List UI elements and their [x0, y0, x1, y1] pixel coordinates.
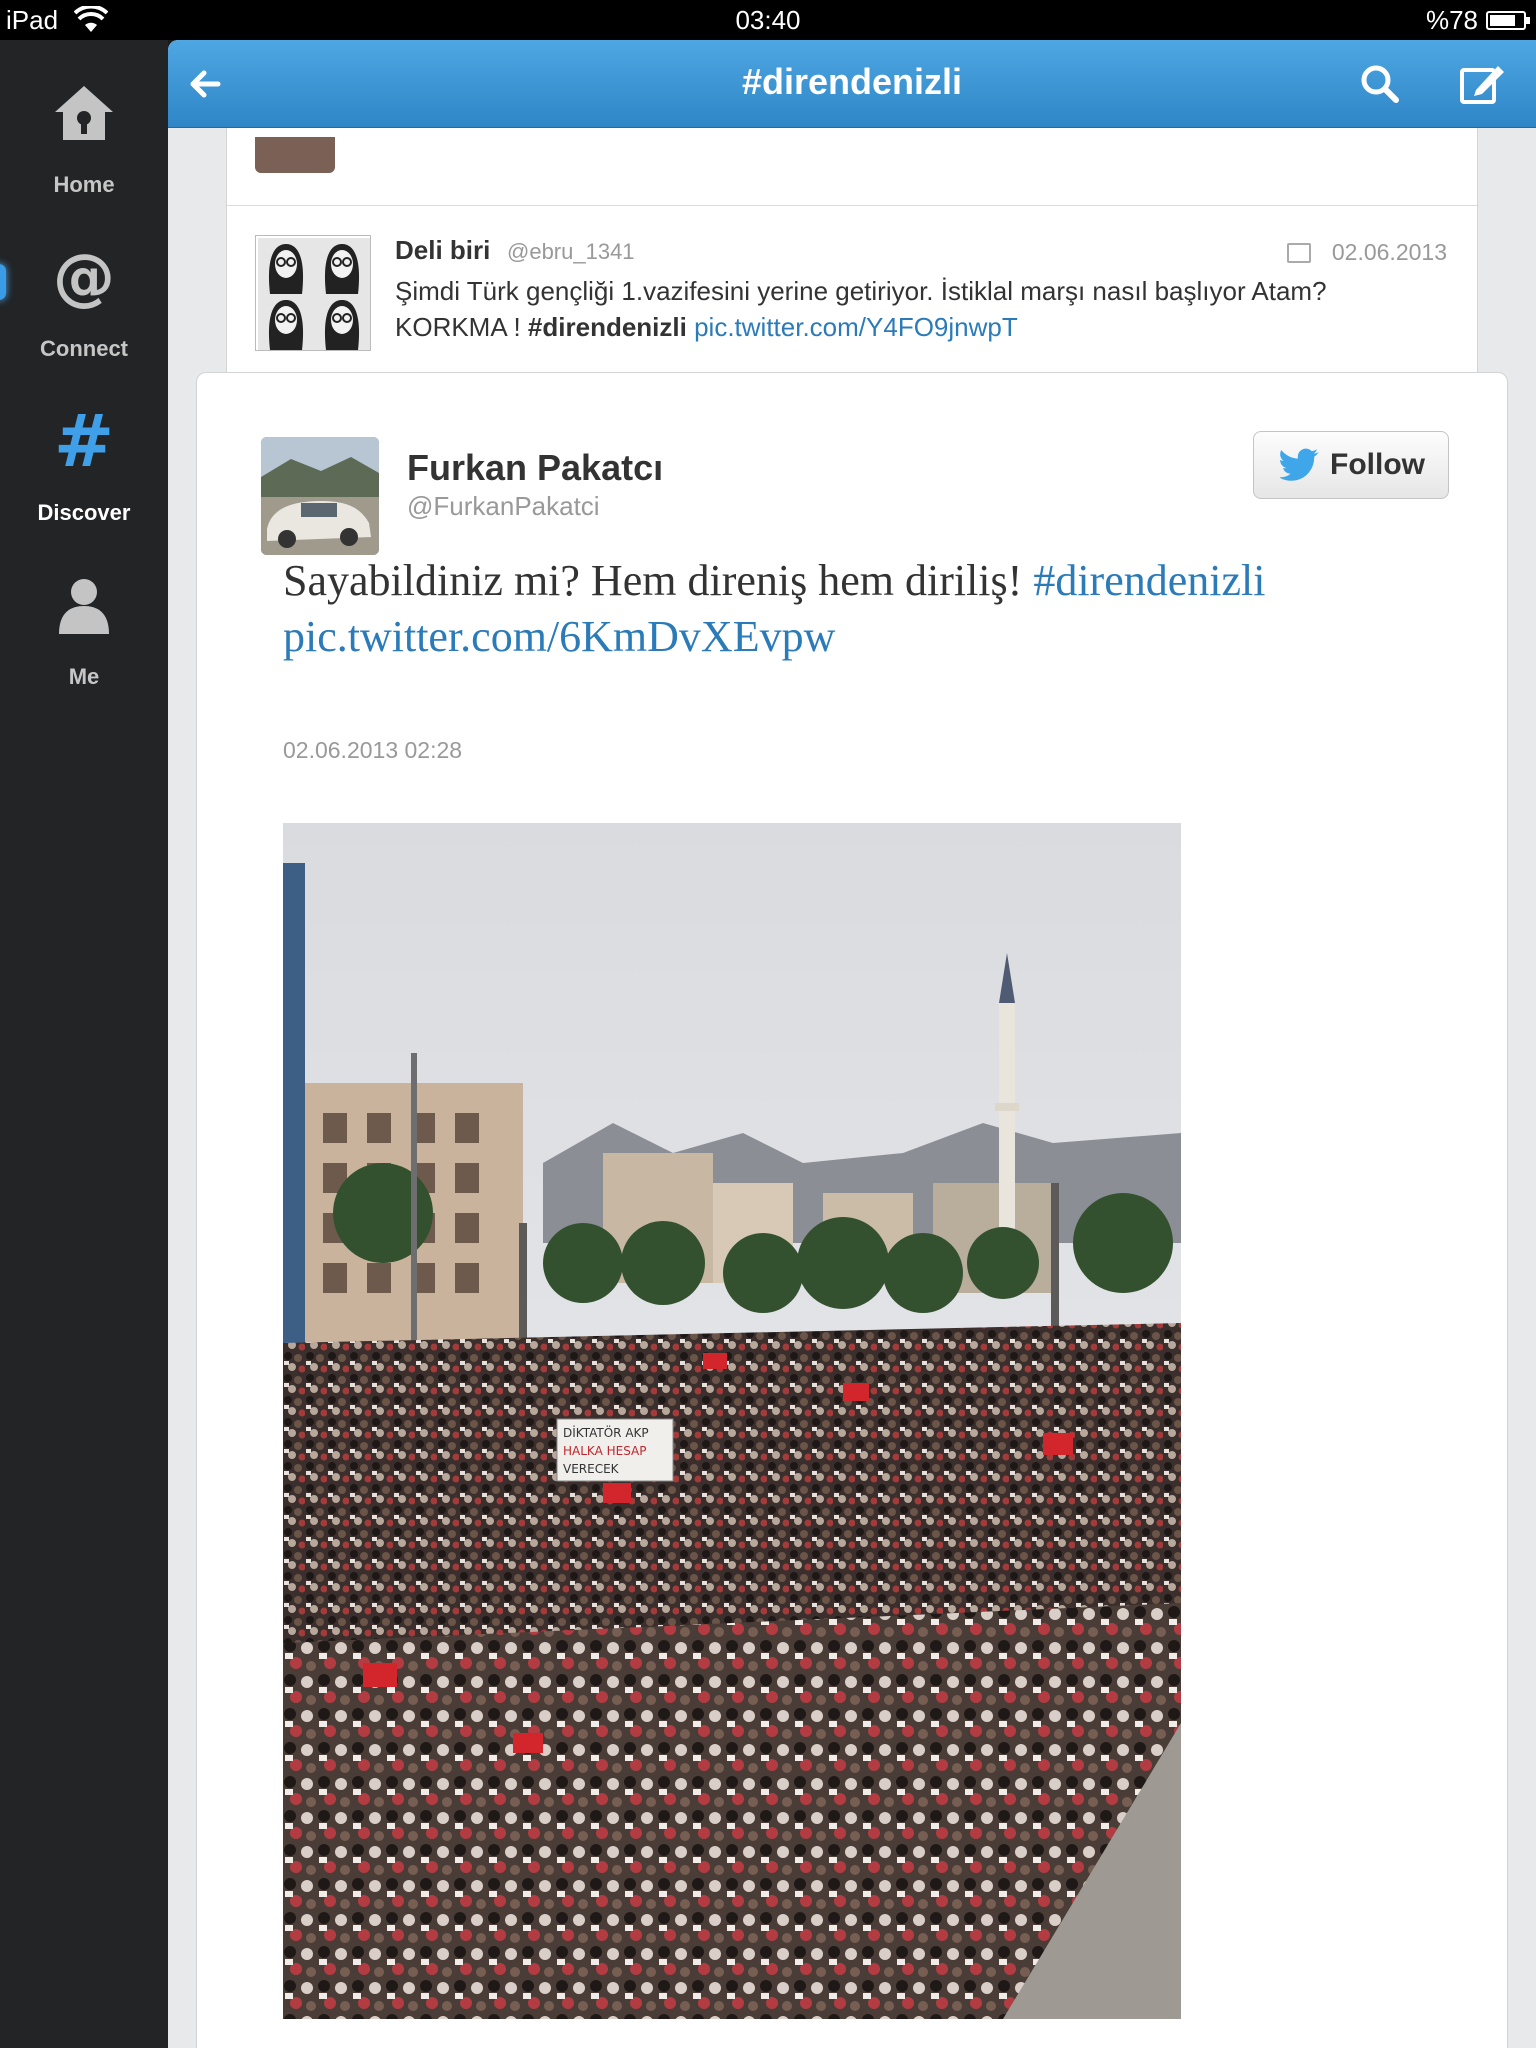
photo-link[interactable]: pic.twitter.com/Y4FO9jnwpT [694, 312, 1018, 342]
sidebar-item-connect[interactable]: @ Connect [0, 224, 168, 364]
sidebar-item-discover[interactable]: # Discover [0, 388, 168, 528]
svg-text:@: @ [53, 244, 115, 310]
tweet-detail-card: Furkan Pakatcı @FurkanPakatci Follow Say… [196, 372, 1508, 2048]
tweet-photo[interactable]: DİKTATÖR AKP HALKA HESAP VERECEK [283, 823, 1181, 2019]
hashtag-link[interactable]: #direndenizli [528, 312, 687, 342]
follow-button[interactable]: Follow [1253, 431, 1449, 499]
sidebar-item-label: Home [53, 172, 115, 197]
at-icon: @ [53, 244, 115, 310]
follow-label: Follow [1330, 448, 1425, 481]
divider [227, 205, 1479, 206]
tweet-text: Sayabildiniz mi? Hem direniş hem diriliş… [283, 553, 1443, 665]
search-icon[interactable] [1350, 54, 1410, 114]
battery-icon [1486, 11, 1530, 30]
sidebar: Home @ Connect # Discover Me [0, 40, 168, 2048]
tweet-date: 02.06.2013 [1331, 239, 1447, 265]
sidebar-item-label: Connect [40, 336, 128, 361]
author-name[interactable]: Deli biri [395, 235, 490, 266]
compose-icon[interactable] [1452, 54, 1512, 114]
photo-attachment-icon [1287, 243, 1311, 263]
banner-text: HALKA HESAP [563, 1444, 647, 1458]
tweet-text-body: Sayabildiniz mi? Hem direniş hem diriliş… [283, 556, 1034, 605]
person-icon [59, 579, 109, 634]
page-title: #direndenizli [741, 61, 963, 102]
battery-percent: %78 [1425, 5, 1478, 35]
sidebar-item-me[interactable]: Me [0, 552, 168, 692]
clock: 03:40 [735, 5, 801, 35]
photo-link[interactable]: pic.twitter.com/6KmDvXEvpw [283, 612, 835, 661]
hashtag-link[interactable]: #direndenizli [1033, 556, 1265, 605]
tweet-timestamp: 02.06.2013 02:28 [283, 737, 463, 763]
sidebar-item-label: Me [68, 664, 100, 689]
app-root: iPad 03:40 %78 Home @ Connect # Discover… [0, 0, 1536, 2048]
twitter-bird-icon [1280, 448, 1319, 481]
tweet-text: Şimdi Türk gençliği 1.vazifesini yerine … [395, 273, 1435, 345]
banner-text: VERECEK [563, 1462, 620, 1476]
avatar[interactable] [255, 235, 371, 351]
author-handle[interactable]: @FurkanPakatci [407, 491, 600, 522]
sidebar-item-label: Discover [37, 500, 131, 525]
home-icon [55, 86, 113, 140]
hashtag-icon: # [54, 408, 114, 474]
author-handle[interactable]: @ebru_1341 [507, 239, 635, 265]
avatar[interactable] [261, 437, 379, 555]
author-name[interactable]: Furkan Pakatcı [407, 447, 663, 489]
svg-text:#: # [54, 408, 114, 474]
main-panel: Deli biri @ebru_1341 02.06.2013 Şimdi Tü… [168, 40, 1536, 2048]
status-bar: iPad 03:40 %78 [0, 0, 1536, 40]
avatar [255, 137, 335, 173]
top-navigation-bar: #direndenizli [168, 40, 1536, 128]
sidebar-item-home[interactable]: Home [0, 60, 168, 200]
banner-text: DİKTATÖR AKP [563, 1424, 649, 1440]
